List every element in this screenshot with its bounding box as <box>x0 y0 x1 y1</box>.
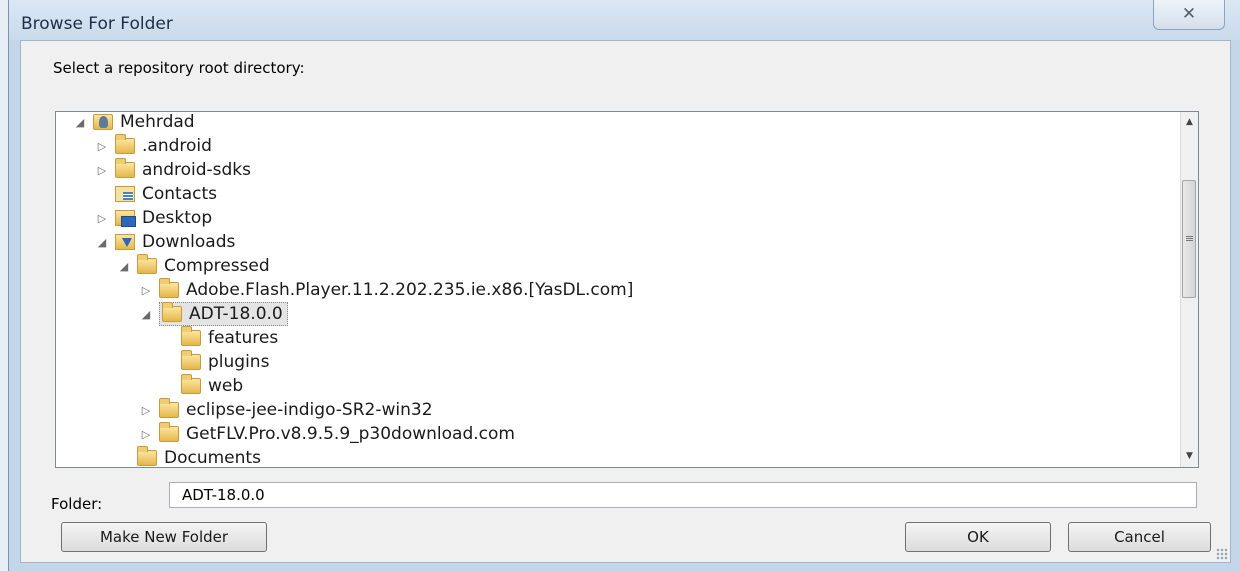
downloads-folder-icon <box>115 234 135 250</box>
folder-icon <box>137 446 157 466</box>
grip-icon <box>1186 236 1193 242</box>
tree-item-mehrdad[interactable]: ◢ Mehrdad <box>72 112 195 134</box>
scrollbar-thumb[interactable] <box>1182 180 1196 298</box>
tree-item-label: Desktop <box>142 208 213 228</box>
vertical-scrollbar[interactable]: ▲ ▼ <box>1180 112 1198 467</box>
folder-icon <box>159 278 179 298</box>
background-edge <box>0 0 8 571</box>
tree-item-adt-18[interactable]: ◢ ADT-18.0.0 <box>138 302 288 326</box>
tree-item-label: plugins <box>208 352 270 372</box>
tree-item-label: features <box>208 328 279 348</box>
folder-icon <box>115 134 135 154</box>
close-icon: ✕ <box>1181 4 1197 24</box>
tree-item-label: ADT-18.0.0 <box>189 304 283 324</box>
tree-item-label: eclipse-jee-indigo-SR2-win32 <box>186 400 433 420</box>
tree-item-label: android-sdks <box>142 160 251 180</box>
tree-item-features[interactable]: features <box>160 326 278 350</box>
folder-icon <box>181 350 201 370</box>
cancel-button[interactable]: Cancel <box>1068 522 1211 552</box>
scroll-down-icon[interactable]: ▼ <box>1181 448 1198 465</box>
contacts-folder-icon <box>115 186 135 202</box>
folder-icon <box>159 398 179 418</box>
folder-icon <box>115 158 135 178</box>
selected-item-highlight: ADT-18.0.0 <box>159 302 288 326</box>
collapsed-arrow-icon[interactable]: ▷ <box>94 164 110 177</box>
title-bar[interactable]: Browse For Folder ✕ <box>9 0 1240 40</box>
tree-item-label: web <box>208 376 244 396</box>
folder-field[interactable] <box>169 482 1197 508</box>
tree-item-label: Downloads <box>142 232 236 252</box>
folder-tree[interactable]: ◢ Mehrdad ▷ .android ▷ android-sdks Cont… <box>55 111 1199 468</box>
resize-grip-icon[interactable] <box>1216 548 1228 560</box>
dialog-body: Select a repository root directory: ◢ Me… <box>20 40 1231 563</box>
tree-item-label: GetFLV.Pro.v8.9.5.9_p30download.com <box>186 424 515 444</box>
tree-item-adobe-flash-player[interactable]: ▷ Adobe.Flash.Player.11.2.202.235.ie.x86… <box>138 278 633 302</box>
tree-item-getflv[interactable]: ▷ GetFLV.Pro.v8.9.5.9_p30download.com <box>138 422 515 446</box>
ok-button[interactable]: OK <box>905 522 1051 552</box>
folder-icon <box>137 254 157 274</box>
expanded-arrow-icon[interactable]: ◢ <box>72 116 88 129</box>
collapsed-arrow-icon[interactable]: ▷ <box>138 284 154 297</box>
dialog-prompt: Select a repository root directory: <box>53 59 305 77</box>
tree-item-android-sdks[interactable]: ▷ android-sdks <box>94 158 251 182</box>
tree-item-label: Compressed <box>164 256 270 276</box>
collapsed-arrow-icon[interactable]: ▷ <box>94 212 110 225</box>
tree-item-compressed[interactable]: ◢ Compressed <box>116 254 270 278</box>
folder-label: Folder: <box>51 495 103 513</box>
tree-item-label: Documents <box>164 448 261 468</box>
scroll-up-icon[interactable]: ▲ <box>1181 114 1198 131</box>
expanded-arrow-icon[interactable]: ◢ <box>116 260 132 273</box>
folder-icon <box>181 374 201 394</box>
expanded-arrow-icon[interactable]: ◢ <box>138 308 154 321</box>
tree-item-contacts[interactable]: Contacts <box>94 182 217 206</box>
tree-item-eclipse[interactable]: ▷ eclipse-jee-indigo-SR2-win32 <box>138 398 433 422</box>
tree-item-documents[interactable]: Documents <box>116 446 261 468</box>
tree-item-label: Mehrdad <box>120 112 195 132</box>
collapsed-arrow-icon[interactable]: ▷ <box>138 404 154 417</box>
tree-item-web[interactable]: web <box>160 374 243 398</box>
browse-for-folder-dialog: Browse For Folder ✕ Select a repository … <box>8 0 1240 571</box>
make-new-folder-button[interactable]: Make New Folder <box>61 522 267 552</box>
collapsed-arrow-icon[interactable]: ▷ <box>138 428 154 441</box>
tree-item-label: .android <box>142 136 212 156</box>
collapsed-arrow-icon[interactable]: ▷ <box>94 140 110 153</box>
close-button[interactable]: ✕ <box>1153 0 1225 30</box>
tree-item-label: Adobe.Flash.Player.11.2.202.235.ie.x86.[… <box>186 280 634 300</box>
folder-icon <box>162 302 182 322</box>
folder-icon <box>181 326 201 346</box>
dialog-title: Browse For Folder <box>21 14 173 34</box>
user-folder-icon <box>93 114 113 130</box>
tree-item-label: Contacts <box>142 184 217 204</box>
tree-item-desktop[interactable]: ▷ Desktop <box>94 206 212 230</box>
folder-icon <box>159 422 179 442</box>
tree-item-plugins[interactable]: plugins <box>160 350 269 374</box>
expanded-arrow-icon[interactable]: ◢ <box>94 236 110 249</box>
tree-item-downloads[interactable]: ◢ Downloads <box>94 230 236 254</box>
tree-item-android[interactable]: ▷ .android <box>94 134 212 158</box>
desktop-folder-icon <box>115 210 136 227</box>
